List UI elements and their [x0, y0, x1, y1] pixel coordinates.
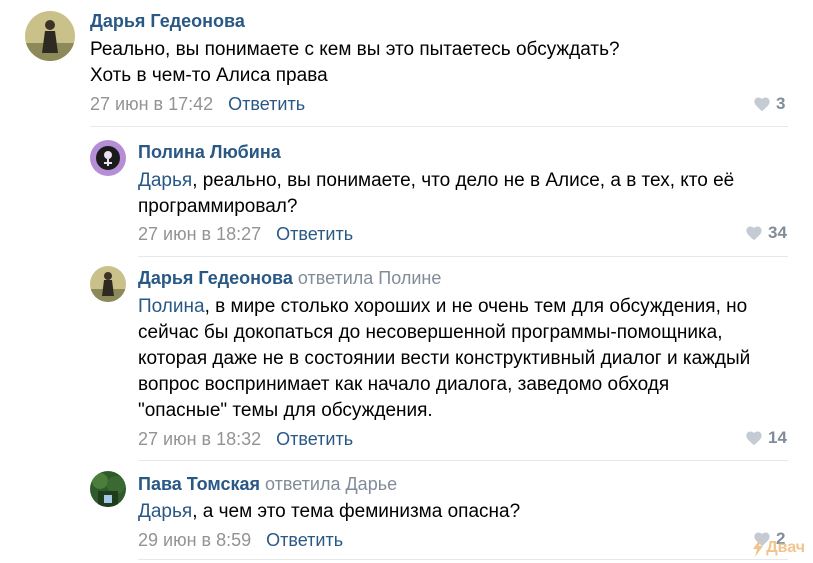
mention-link[interactable]: Дарья	[138, 501, 192, 522]
comment-author[interactable]: Дарья Гедеонова ответила Полине	[138, 268, 441, 289]
comment-author[interactable]: Дарья Гедеонова	[90, 11, 245, 32]
comment-meta: 29 июн в 8:59 Ответить	[138, 530, 343, 551]
comment-text: Дарья, реально, вы понимаете, что дело н…	[138, 170, 735, 217]
reply-to-label[interactable]: ответила Дарье	[265, 474, 397, 494]
comment-text: Дарья, а чем это тема феминизма опасна?	[138, 501, 521, 522]
reply-button[interactable]: Ответить	[276, 429, 353, 449]
like-count: 34	[768, 223, 787, 242]
comment-date[interactable]: 27 июн в 18:32	[138, 429, 261, 449]
mention-link[interactable]: Полина	[138, 296, 205, 317]
heart-icon	[746, 431, 762, 446]
comment-date[interactable]: 27 июн в 17:42	[90, 94, 213, 114]
comment-date[interactable]: 27 июн в 18:27	[138, 224, 261, 244]
divider	[90, 126, 788, 127]
divider	[138, 460, 788, 461]
reply-button[interactable]: Ответить	[228, 94, 305, 114]
comment-meta: 27 июн в 18:32 Ответить	[138, 429, 353, 450]
avatar-darya[interactable]	[25, 11, 75, 61]
avatar-polina[interactable]	[90, 140, 126, 176]
mention-link[interactable]: Дарья	[138, 170, 192, 191]
like-button[interactable]: 34	[745, 223, 787, 243]
heart-icon	[746, 226, 762, 241]
like-button[interactable]: 3	[753, 94, 785, 114]
reply-to-label[interactable]: ответила Полине	[298, 268, 442, 288]
watermark-text: Двач	[766, 539, 805, 556]
divider	[138, 559, 788, 560]
reply-button[interactable]: Ответить	[266, 530, 343, 550]
comment-text: Реально, вы понимаете с кем вы это пытае…	[90, 39, 620, 86]
comment-author[interactable]: Пава Томская ответила Дарье	[138, 474, 397, 495]
comment-author[interactable]: Полина Любина	[138, 142, 281, 163]
divider	[138, 256, 788, 257]
comment-meta: 27 июн в 18:27 Ответить	[138, 224, 353, 245]
watermark: Двач	[752, 539, 805, 557]
heart-icon	[754, 97, 770, 112]
avatar-pava[interactable]	[90, 471, 126, 507]
like-count: 3	[776, 94, 786, 113]
avatar-darya[interactable]	[90, 266, 126, 302]
lightning-icon	[753, 539, 764, 557]
comment-date[interactable]: 29 июн в 8:59	[138, 530, 251, 550]
like-button[interactable]: 14	[745, 428, 787, 448]
comment-meta: 27 июн в 17:42 Ответить	[90, 94, 305, 115]
like-count: 14	[768, 428, 787, 447]
comment-text: Полина, в мире столько хороших и не очен…	[138, 296, 751, 421]
reply-button[interactable]: Ответить	[276, 224, 353, 244]
